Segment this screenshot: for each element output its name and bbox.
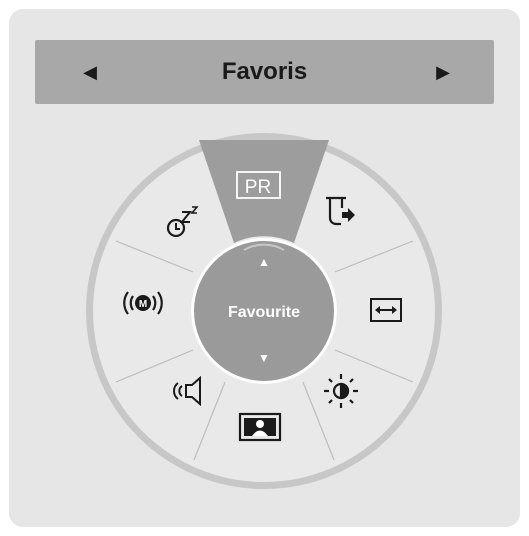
hub-label: Favourite <box>228 304 300 321</box>
wheel-segment-sound[interactable] <box>160 361 220 421</box>
favorites-wheel: ▲ Favourite ▼ PR M <box>86 133 442 489</box>
svg-text:PR: PR <box>245 177 271 198</box>
wheel-segment-input[interactable] <box>306 180 366 240</box>
hub-up-arrow-icon[interactable]: ▲ <box>258 255 270 269</box>
svg-text:M: M <box>139 299 147 310</box>
hub-down-arrow-icon[interactable]: ▼ <box>258 351 270 365</box>
